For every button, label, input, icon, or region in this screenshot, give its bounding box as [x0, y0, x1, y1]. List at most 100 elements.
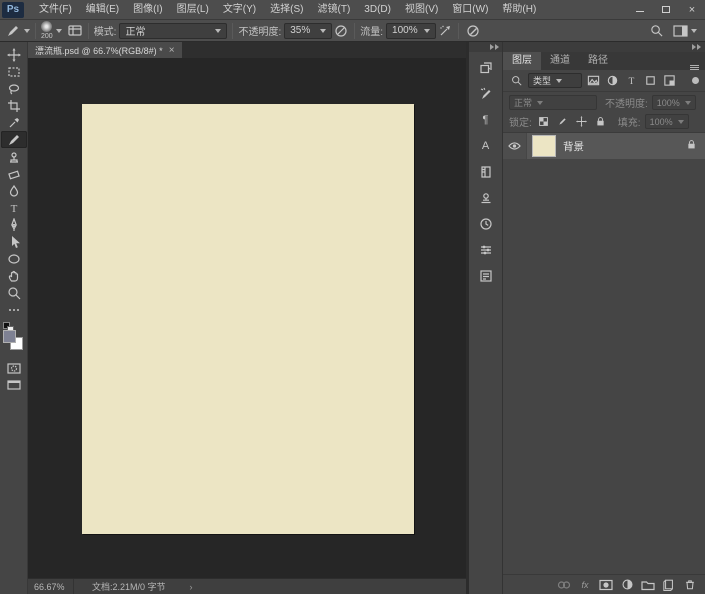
- filter-smart-objects-icon[interactable]: [662, 73, 677, 88]
- new-layer-button[interactable]: [661, 577, 677, 592]
- layer-style-button[interactable]: fx: [577, 577, 593, 592]
- filter-type-select[interactable]: 类型: [528, 73, 582, 88]
- smudge-tool[interactable]: [1, 182, 27, 199]
- strip-collapse-bar[interactable]: [469, 42, 502, 52]
- layer-list: 背景: [503, 132, 705, 574]
- libraries-panel-icon[interactable]: [474, 160, 498, 184]
- zoom-tool[interactable]: [1, 284, 27, 301]
- menu-view[interactable]: 视图(V): [398, 0, 445, 19]
- clone-stamp-tool[interactable]: [1, 148, 27, 165]
- tab-channels[interactable]: 通道: [541, 52, 579, 70]
- eraser-tool[interactable]: [1, 165, 27, 182]
- menu-help[interactable]: 帮助(H): [495, 0, 543, 19]
- fill-select[interactable]: 100%: [645, 114, 689, 129]
- layer-row-background[interactable]: 背景: [503, 133, 705, 159]
- airbrush-button[interactable]: [436, 22, 453, 39]
- filter-shape-layers-icon[interactable]: [643, 73, 658, 88]
- layer-opacity-select[interactable]: 100%: [652, 95, 696, 110]
- document-tab[interactable]: 漂流瓶.psd @ 66.7%(RGB/8#) * ×: [28, 42, 182, 58]
- menu-image[interactable]: 图像(I): [126, 0, 169, 19]
- lock-label: 锁定:: [509, 114, 532, 129]
- titlebar: Ps 文件(F) 编辑(E) 图像(I) 图层(L) 文字(Y) 选择(S) 滤…: [0, 0, 705, 20]
- lock-all-icon[interactable]: [593, 114, 608, 129]
- edit-toolbar-button[interactable]: [1, 301, 27, 318]
- lock-image-pixels-icon[interactable]: [555, 114, 570, 129]
- menu-window[interactable]: 窗口(W): [445, 0, 495, 19]
- mode-select[interactable]: 正常: [119, 23, 227, 39]
- close-button[interactable]: ×: [679, 0, 705, 19]
- add-layer-mask-button[interactable]: [598, 577, 614, 592]
- adjustments-panel-icon[interactable]: [474, 238, 498, 262]
- menu-type[interactable]: 文字(Y): [216, 0, 263, 19]
- link-layers-button[interactable]: [556, 577, 572, 592]
- pen-tool[interactable]: [1, 216, 27, 233]
- lock-transparent-pixels-icon[interactable]: [536, 114, 551, 129]
- default-colors-icon[interactable]: [3, 322, 10, 329]
- crop-tool[interactable]: [1, 97, 27, 114]
- screen-mode-button[interactable]: [1, 376, 27, 393]
- filtering-toggle[interactable]: [692, 77, 699, 84]
- layer-blend-mode-select[interactable]: 正常: [509, 95, 597, 110]
- shape-tool[interactable]: [1, 250, 27, 267]
- menu-file[interactable]: 文件(F): [32, 0, 79, 19]
- brush-presets-panel-icon[interactable]: [474, 82, 498, 106]
- minimize-button[interactable]: [627, 0, 653, 19]
- toggle-brush-panel-button[interactable]: [68, 24, 83, 37]
- character-panel-icon[interactable]: A: [474, 134, 498, 158]
- zoom-level-field[interactable]: 66.67%: [28, 579, 74, 594]
- layer-filter-row: 类型 T: [503, 70, 705, 92]
- pressure-size-button[interactable]: [464, 22, 481, 39]
- brush-tool[interactable]: [1, 131, 27, 148]
- menu-filter[interactable]: 滤镜(T): [311, 0, 358, 19]
- lasso-tool[interactable]: [1, 80, 27, 97]
- layer-name: 背景: [563, 139, 584, 154]
- filter-type-layers-icon[interactable]: T: [624, 73, 639, 88]
- lock-position-icon[interactable]: [574, 114, 589, 129]
- timeline-panel-icon[interactable]: [474, 212, 498, 236]
- tab-close-icon[interactable]: ×: [169, 45, 175, 56]
- brush-preview: 200: [41, 21, 53, 40]
- canvas-area[interactable]: [28, 58, 466, 578]
- type-tool[interactable]: T: [1, 199, 27, 216]
- document-canvas[interactable]: [82, 104, 414, 534]
- foreground-color-swatch[interactable]: [3, 330, 16, 343]
- status-expander-icon[interactable]: ›: [190, 582, 193, 592]
- panel-column: 图层 通道 路径 类型 T: [502, 42, 705, 594]
- tab-layers[interactable]: 图层: [503, 52, 541, 70]
- properties-panel-icon[interactable]: [474, 264, 498, 288]
- hand-tool[interactable]: [1, 267, 27, 284]
- eyedropper-tool[interactable]: [1, 114, 27, 131]
- paragraph-panel-icon[interactable]: ¶: [474, 108, 498, 132]
- mode-label: 模式:: [94, 23, 117, 38]
- rectangular-marquee-tool[interactable]: [1, 63, 27, 80]
- move-tool[interactable]: [1, 46, 27, 63]
- svg-text:T: T: [10, 203, 17, 215]
- layer-thumbnail[interactable]: [532, 135, 556, 157]
- new-adjustment-layer-button[interactable]: [619, 577, 635, 592]
- flow-select[interactable]: 100%: [386, 23, 436, 39]
- menu-3d[interactable]: 3D(D): [357, 0, 398, 19]
- layer-visibility-toggle[interactable]: [503, 133, 527, 159]
- tab-paths[interactable]: 路径: [579, 52, 617, 70]
- mode-value: 正常: [125, 23, 145, 38]
- history-panel-icon[interactable]: [474, 56, 498, 80]
- workspace-switcher[interactable]: [673, 25, 697, 37]
- tool-preset-picker[interactable]: [4, 22, 30, 39]
- flow-value: 100%: [392, 25, 418, 36]
- quick-mask-button[interactable]: [1, 359, 27, 376]
- menu-select[interactable]: 选择(S): [263, 0, 310, 19]
- maximize-button[interactable]: [653, 0, 679, 19]
- clone-source-panel-icon[interactable]: [474, 186, 498, 210]
- search-icon[interactable]: [648, 22, 665, 39]
- delete-layer-button[interactable]: [682, 577, 698, 592]
- panel-collapse-bar[interactable]: [503, 42, 705, 52]
- filter-pixel-layers-icon[interactable]: [586, 73, 601, 88]
- path-selection-tool[interactable]: [1, 233, 27, 250]
- menu-layer[interactable]: 图层(L): [170, 0, 216, 19]
- pressure-opacity-button[interactable]: [332, 22, 349, 39]
- brush-preset-picker[interactable]: 200: [41, 21, 62, 40]
- filter-adjustment-layers-icon[interactable]: [605, 73, 620, 88]
- new-group-button[interactable]: [640, 577, 656, 592]
- opacity-select[interactable]: 35%: [284, 23, 332, 39]
- menu-edit[interactable]: 编辑(E): [79, 0, 126, 19]
